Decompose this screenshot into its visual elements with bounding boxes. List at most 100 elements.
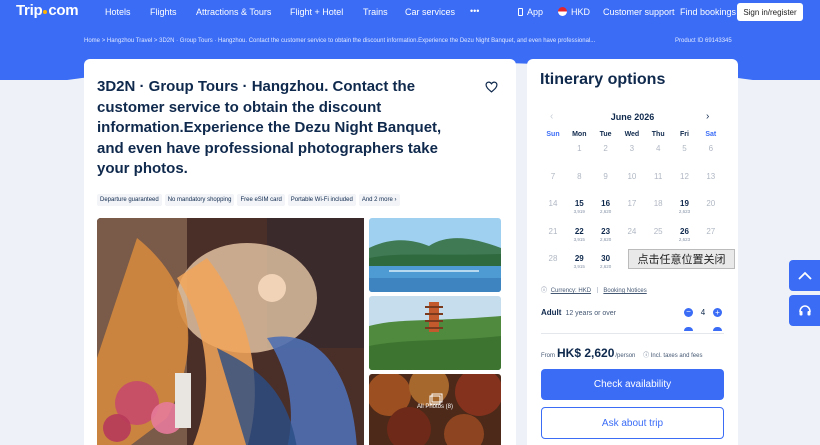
nav-currency[interactable]: HKD — [558, 7, 590, 17]
top-nav: Hotels Flights Attractions & Tours Fligh… — [0, 0, 820, 24]
calendar-day[interactable]: 22 3,915 — [566, 227, 592, 242]
phone-icon — [518, 8, 523, 16]
day-number: 13 — [706, 171, 716, 181]
calendar-day[interactable]: 23 2,620 — [593, 227, 619, 242]
main-photo[interactable] — [97, 218, 364, 445]
nav-attractions[interactable]: Attractions & Tours — [196, 7, 271, 17]
nav-flight-hotel[interactable]: Flight + Hotel — [290, 7, 343, 17]
currency-link[interactable]: Currency: HKD — [551, 288, 591, 294]
tag-wifi: Portable Wi-Fi included — [287, 194, 356, 206]
calendar-day[interactable]: 30 2,620 — [593, 254, 619, 269]
day-number: 10 — [627, 171, 637, 181]
ask-about-trip-button[interactable]: Ask about trip — [541, 407, 724, 439]
adult-plus-button[interactable]: + — [713, 308, 722, 317]
thumb-all-photos[interactable]: All Photos (8) — [369, 374, 501, 445]
calendar-day: 18 — [645, 199, 671, 208]
divider — [541, 333, 724, 334]
calendar-day[interactable]: 15 3,919 — [566, 199, 592, 214]
feature-tags: Departure guaranteed No mandatory shoppi… — [97, 194, 400, 206]
day-number: 17 — [627, 199, 637, 208]
weekday-header: Sun — [546, 131, 560, 138]
day-number: 8 — [577, 171, 582, 181]
calendar-day[interactable]: 19 2,623 — [672, 199, 698, 214]
calendar-day[interactable]: 29 3,915 — [566, 254, 592, 269]
day-number: 26 — [680, 226, 689, 236]
nav-trains[interactable]: Trains — [363, 7, 388, 17]
calendar-day: 6 — [698, 144, 724, 153]
breadcrumb-current: 3D2N · Group Tours · Hangzhou. Contact t… — [159, 38, 596, 44]
nav-more-icon[interactable]: ••• — [470, 6, 479, 16]
calendar-day: 4 — [645, 144, 671, 153]
day-number: 1 — [577, 144, 582, 153]
currency-row: ⓘ Currency: HKD Booking Notices — [541, 285, 647, 294]
nav-app[interactable]: App — [518, 7, 543, 17]
tag-no-shopping: No mandatory shopping — [164, 194, 235, 206]
breadcrumb-sep: > — [153, 38, 158, 44]
day-price: 2,620 — [599, 209, 612, 214]
day-price: 2,623 — [678, 209, 691, 214]
adult-age: 12 years or over — [565, 310, 617, 317]
day-number: 5 — [682, 144, 687, 153]
tag-departure: Departure guaranteed — [97, 194, 162, 206]
day-number: 11 — [654, 171, 663, 181]
calendar-day: 10 — [619, 172, 645, 181]
calendar-day[interactable]: 26 2,623 — [672, 227, 698, 242]
day-number: 27 — [706, 226, 716, 236]
customer-service-button[interactable] — [789, 295, 820, 326]
day-number: 16 — [601, 199, 611, 208]
nav-currency-label: HKD — [571, 7, 591, 17]
heart-icon[interactable] — [485, 81, 498, 93]
price-value: HK$ 2,620 — [557, 346, 615, 360]
tag-more[interactable]: And 2 more › — [358, 194, 400, 206]
calendar-day: 28 — [540, 254, 566, 263]
weekday-header: Sat — [705, 131, 717, 138]
nav-flights[interactable]: Flights — [150, 7, 177, 17]
day-number: 15 — [574, 199, 584, 208]
weekday-header: Thu — [651, 131, 665, 138]
day-number: 4 — [655, 144, 661, 153]
nav-car-services[interactable]: Car services — [405, 7, 455, 17]
divider — [596, 287, 598, 293]
child-minus-button[interactable] — [684, 327, 693, 331]
dance-photo — [97, 218, 364, 445]
tag-more-label: And 2 more — [361, 197, 393, 203]
nav-bookings[interactable]: Find bookings — [680, 7, 736, 17]
day-number: 14 — [548, 199, 558, 208]
thumb-pagoda[interactable] — [369, 296, 501, 370]
thumb-lake[interactable] — [369, 218, 501, 292]
day-number: 20 — [706, 199, 716, 208]
signin-button[interactable]: Sign in/register — [737, 3, 803, 21]
check-availability-button[interactable]: Check availability — [541, 369, 724, 400]
breadcrumb-travel[interactable]: Hangzhou Travel — [107, 38, 152, 44]
calendar-day: 21 — [540, 227, 566, 236]
adult-count: 4 — [700, 308, 706, 317]
calendar-day: 17 — [619, 199, 645, 208]
calendar-day: 9 — [593, 172, 619, 181]
weekday-header: Fri — [680, 131, 689, 138]
adult-minus-button[interactable]: − — [684, 308, 693, 317]
calendar-day: 27 — [698, 227, 724, 236]
calendar-day: 2 — [593, 144, 619, 153]
calendar-day: 1 — [566, 144, 592, 153]
calendar-day: 3 — [619, 144, 645, 153]
calendar-day: 20 — [698, 199, 724, 208]
day-price: 3,915 — [573, 264, 585, 269]
child-plus-button[interactable] — [713, 327, 722, 331]
booking-notices-link[interactable]: Booking Notices — [603, 288, 646, 294]
breadcrumb-home[interactable]: Home — [84, 38, 100, 44]
tag-esim: Free eSIM card — [237, 194, 285, 206]
all-photos-label: All Photos (8) — [416, 404, 453, 410]
calendar-day: 13 — [698, 172, 724, 181]
info-icon: ⓘ — [643, 353, 650, 359]
back-to-top-button[interactable] — [789, 260, 820, 291]
nav-hotels[interactable]: Hotels — [105, 7, 131, 17]
next-month-icon[interactable]: › — [706, 111, 709, 122]
adult-label: Adult — [541, 308, 562, 317]
day-number: 9 — [603, 171, 608, 181]
day-price: 3,919 — [573, 209, 585, 214]
breadcrumb-sep: > — [101, 38, 106, 44]
nav-support[interactable]: Customer support — [603, 7, 675, 17]
calendar-day: 24 — [619, 227, 645, 236]
close-popup-hint[interactable]: 点击任意位置关闭 — [628, 249, 735, 269]
calendar-day[interactable]: 16 2,620 — [593, 199, 619, 214]
